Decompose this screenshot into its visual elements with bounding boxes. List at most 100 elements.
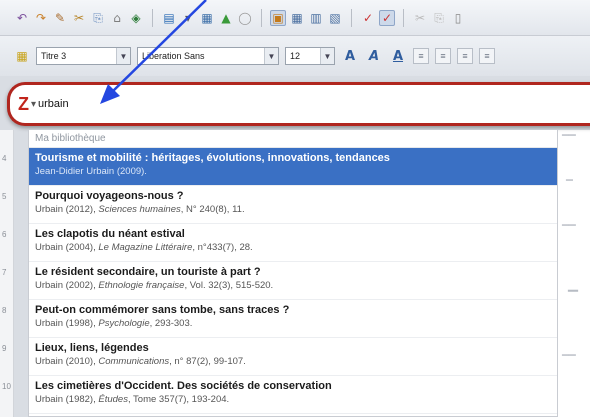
result-source: Études [98,394,128,405]
auto-spellcheck-icon[interactable]: ✓ [379,9,395,26]
track-changes-icon[interactable]: ✓ [360,10,376,26]
result-author: Urbain (2004), [35,242,99,253]
table-icon[interactable]: ▦ [289,10,305,26]
ruler-number: 9 [2,344,7,353]
document-page: ▔▔ ▔ ▔▔ ▔ ▔▔ [558,130,590,417]
align-right-icon[interactable]: ≡ [457,48,473,64]
font-name-select[interactable]: Liberation Sans ▼ [137,47,279,65]
bold-a-icon[interactable]: A [341,47,359,65]
result-meta: Urbain (2002), Ethnologie française, Vol… [35,279,551,292]
result-meta: Urbain (2004), Le Magazine Littéraire, n… [35,241,551,254]
undo-icon[interactable]: ↶ [14,10,30,26]
result-title: Les cimetières d'Occident. Des sociétés … [35,380,332,392]
cut-icon[interactable]: ✂ [71,10,87,26]
result-title: Le résident secondaire, un touriste à pa… [35,266,261,278]
result-meta: Urbain (2010), Communications, n° 87(2),… [35,355,551,368]
copy-icon[interactable]: ⎘ [90,10,106,26]
ruler-number: 6 [2,230,7,239]
styles-icon[interactable]: ▦ [14,48,30,64]
toolbar-separator [351,8,352,27]
result-title: Lieux, liens, légendes [35,342,149,354]
cut2-icon[interactable]: ✂ [412,10,428,26]
chevron-down-icon[interactable]: ▼ [320,48,334,64]
paragraph-style-value: Titre 3 [41,51,67,61]
chevron-down-icon[interactable]: ▼ [264,48,278,64]
formatting-toolbar: ▦ Titre 3 ▼ Liberation Sans ▼ 12 ▼ A A A… [0,36,590,76]
document-text-fragment: ▔ [568,290,578,305]
rename-icon[interactable]: ✎ [52,10,68,26]
edit-mode-icon[interactable]: ◯ [237,10,253,26]
search-results-list: Ma bibliothèque Tourisme et mobilité : h… [28,130,558,417]
result-source: Communications [98,356,170,367]
result-title: Tourisme et mobilité : héritages, évolut… [35,152,390,164]
list-item[interactable]: Les clapotis du néant estival Urbain (20… [29,224,557,262]
ruler-number: 8 [2,306,7,315]
list-item[interactable]: Le résident secondaire, un touriste à pa… [29,262,557,300]
italic-a-icon[interactable]: A [365,47,383,65]
result-author: Urbain (1982), [35,394,99,405]
chevron-down-icon[interactable]: ▾ [31,99,36,110]
result-title: Peut-on commémorer sans tombe, sans trac… [35,304,290,316]
result-details: , n°433(7), 28. [192,242,253,253]
result-author: Jean-Didier Urbain (2009). [35,166,147,177]
align-center-icon[interactable]: ≡ [435,48,451,64]
paste-icon[interactable]: ⌂ [109,10,125,26]
toolbar-separator [261,8,262,27]
chevron-down-icon[interactable]: ▼ [116,48,130,64]
result-details: , Tome 357(7), 193-204. [127,394,230,405]
citation-search-input[interactable] [38,98,339,110]
result-title: Les clapotis du néant estival [35,228,185,240]
section-header: Ma bibliothèque [29,130,557,148]
zotero-logo-icon[interactable]: Z [18,95,29,113]
result-details: , 293-303. [149,318,193,329]
ruler-number: 10 [2,382,11,391]
redo-icon[interactable]: ↷ [33,10,49,26]
list-item[interactable]: Peut-on commémorer sans tombe, sans trac… [29,300,557,338]
clone-icon[interactable]: ⎘ [431,10,447,26]
result-title: Pourquoi voyageons-nous ? [35,190,184,202]
vertical-ruler: 4 5 6 7 8 9 10 [0,130,14,417]
hyperlink-icon[interactable]: ▤ [161,10,177,26]
ruler-number: 4 [2,154,7,163]
document-text-fragment: ▔▔ [562,135,576,145]
result-author: Urbain (2012), [35,204,99,215]
navigator-icon[interactable]: ◈ [128,10,144,26]
align-left-icon[interactable]: ≡ [413,48,429,64]
font-size-value: 12 [290,51,301,61]
result-meta: Urbain (1982), Études, Tome 357(7), 193-… [35,393,551,406]
document-text-fragment: ▔ [566,180,573,190]
result-author: Urbain (2002), [35,280,99,291]
result-meta: Urbain (1998), Psychologie, 293-303. [35,317,551,330]
image-icon[interactable]: ▾ [180,10,196,26]
shape-icon[interactable]: ▲ [218,10,234,26]
formatting-marks-icon[interactable]: ▣ [270,9,286,26]
result-author: Urbain (1998), [35,318,99,329]
toolbar-separator [152,8,153,27]
list-item[interactable]: Les cimetières d'Occident. Des sociétés … [29,376,557,414]
zotero-quick-format-bar: Z ▾ [7,82,590,126]
paste2-icon[interactable]: ▯ [450,10,466,26]
list-item[interactable]: Tourisme et mobilité : héritages, évolut… [29,148,557,186]
result-source: Le Magazine Littéraire [98,242,193,253]
document-text-fragment: ▔▔ [562,355,576,365]
chart-icon[interactable]: ▦ [199,10,215,26]
justify-icon[interactable]: ≡ [479,48,495,64]
list-item[interactable]: Pourquoi voyageons-nous ? Urbain (2012),… [29,186,557,224]
result-meta: Jean-Didier Urbain (2009). [35,165,551,178]
ruler-number: 7 [2,268,7,277]
toolbar-separator [403,8,404,27]
paragraph-style-select[interactable]: Titre 3 ▼ [36,47,131,65]
underline-a-icon[interactable]: A [389,47,407,65]
ruler-number: 5 [2,192,7,201]
result-source: Sciences humaines [98,204,181,215]
autospell-icon[interactable]: ▧ [327,10,343,26]
result-author: Urbain (2010), [35,356,99,367]
list-item[interactable]: Lieux, liens, légendes Urbain (2010), Co… [29,338,557,376]
spellcheck-icon[interactable]: ▥ [308,10,324,26]
result-details: , Vol. 32(3), 515-520. [184,280,274,291]
font-name-value: Liberation Sans [142,51,205,61]
result-source: Ethnologie française [98,280,185,291]
document-text-fragment: ▔▔ [562,225,576,235]
font-size-select[interactable]: 12 ▼ [285,47,335,65]
result-meta: Urbain (2012), Sciences humaines, N° 240… [35,203,551,216]
